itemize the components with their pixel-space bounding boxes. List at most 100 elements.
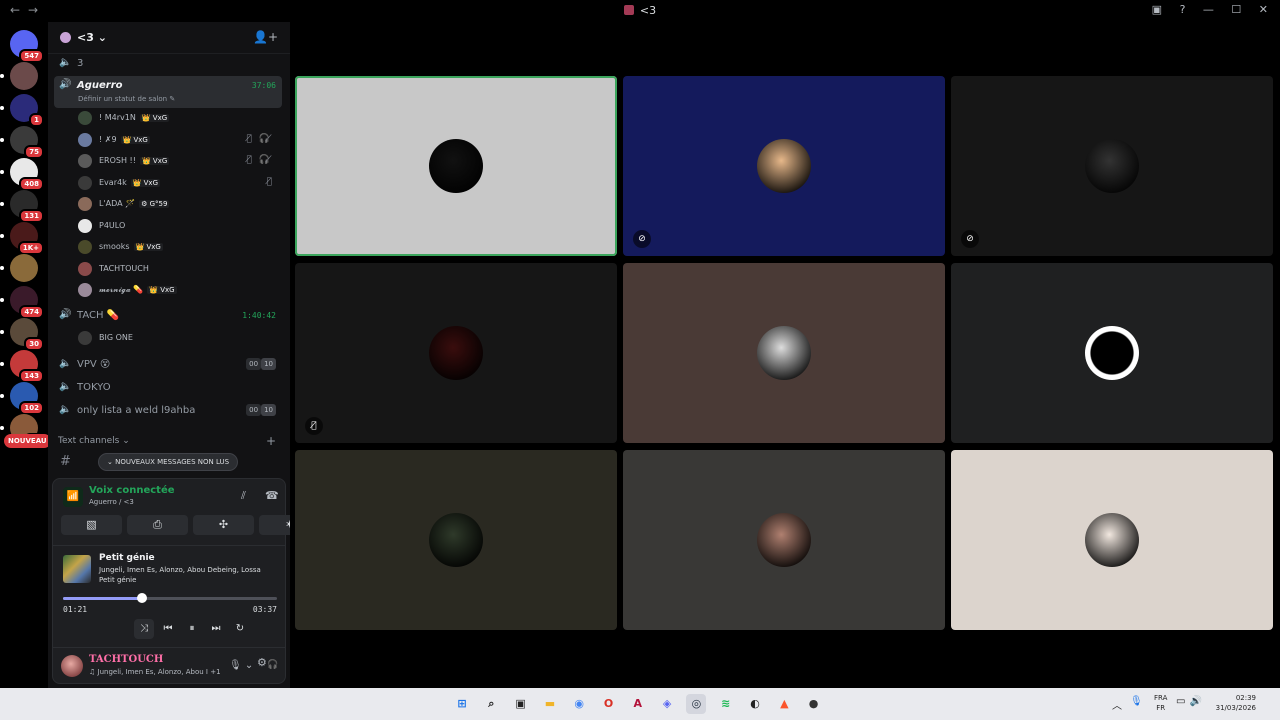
avatar [429,139,483,193]
avatar [78,331,92,345]
voice-channel-vpv[interactable]: 🔈 VPV 😵 00 10 [54,355,282,375]
voice-channel-listen[interactable]: 🔈 only lista a weld l9ahba 00 10 [54,401,282,421]
guild-server-6[interactable]: 1K+ [0,222,44,255]
add-member-icon[interactable]: 👤+ [253,30,278,44]
mention-badge: 1 [29,113,44,127]
maximize-icon[interactable]: ☐ [1231,3,1241,16]
microphone-icon[interactable]: 🎙 ⌄ [229,660,253,671]
voice-channel-aguerro[interactable]: 🔊 Aguerro 37:06 Définir un statut de sal… [54,76,282,108]
headphones-icon[interactable]: 🎧 [267,660,278,670]
repeat-icon[interactable]: ↻ [230,619,250,639]
progress-bar[interactable] [63,593,277,603]
channel-status[interactable]: Définir un statut de salon ✎ [78,95,175,103]
voice-user[interactable]: ! M4rv1N 👑 VxG [78,108,278,128]
unread-indicator [0,74,4,78]
screen-share-button[interactable]: ⎙ [127,515,188,535]
album-art[interactable] [63,555,91,583]
guild-server-4[interactable]: 408 [0,158,44,191]
voice-channel-tokyo[interactable]: 🔈 TOKYO [54,378,282,398]
video-tile-2[interactable]: ⊘ [623,76,945,256]
song-title[interactable]: Petit génie [99,553,155,563]
voice-user[interactable]: ! ✗9 👑 VxG 🎙̸ 🎧̸ [78,130,278,150]
voice-user[interactable]: P4ULO [78,216,278,236]
voice-user[interactable]: 𝓶𝓮𝓻𝓷𝓲𝓰𝓪 💊 👑 VxG [78,280,278,300]
server-header[interactable]: <3 ⌄ 👤+ [48,22,290,54]
help-icon[interactable]: ? [1180,3,1186,16]
avatar [78,132,92,147]
adobe-icon[interactable]: A [628,694,648,714]
guild-server-10[interactable]: 143 [0,350,44,383]
app-icon[interactable]: ◐ [745,694,765,714]
voice-user[interactable]: Evar4k 👑 VxG 🎙̸ [78,173,278,193]
guild-server-5[interactable]: 131 [0,190,44,223]
close-icon[interactable]: ✕ [1259,3,1268,16]
microphone-icon[interactable]: 🎙 [1130,696,1143,707]
video-tile-9[interactable] [951,450,1273,630]
song-album[interactable]: Petit génie [99,576,136,584]
voice-user[interactable]: TACHTOUCH [78,259,278,279]
discord-icon[interactable]: ◈ [657,694,677,714]
voice-channel-tach[interactable]: 🔊 TACH 💊 1:40:42 [54,306,282,326]
gear-icon[interactable]: ⚙ [257,656,267,669]
add-channel-icon[interactable]: + [266,434,276,448]
speaker-icon: 🔈 [59,404,72,415]
guild-server-9[interactable]: 30 [0,318,44,351]
opera-icon[interactable]: O [599,694,619,714]
windows-start-icon[interactable]: ⊞ [452,694,472,714]
camera-toggle-button[interactable]: ▧ [61,515,122,535]
previous-icon[interactable]: ⏮ [158,619,178,639]
guild-server-3[interactable]: 75 [0,126,44,159]
new-messages-pill[interactable]: ⌄ NOUVEAUX MESSAGES NON LUS [98,453,239,471]
avatar [757,513,811,567]
guild-server-1[interactable] [0,62,38,90]
guild-server-8[interactable]: 474 [0,286,44,319]
next-icon[interactable]: ⏭ [206,619,226,639]
language-indicator[interactable]: FRA FR [1154,693,1167,713]
pause-icon[interactable]: ⏸ [182,619,202,639]
signal-icon[interactable]: 📶 [63,487,83,507]
guild-direct-messages[interactable]: 547 [10,30,44,63]
spotify-icon[interactable]: ≋ [716,694,736,714]
video-tile-7[interactable] [295,450,617,630]
clock[interactable]: 02:39 31/03/2026 [1214,693,1256,713]
shuffle-icon[interactable]: ⤨ [134,619,154,639]
search-icon[interactable]: ⌕ [481,694,501,714]
voice-connected-title[interactable]: Voix connectée [89,485,175,496]
inbox-icon[interactable]: ▣ [1152,3,1162,16]
avatar[interactable] [61,655,83,677]
minimize-icon[interactable]: — [1203,3,1214,16]
brave-icon[interactable]: ▲ [774,694,794,714]
task-view-icon[interactable]: ▣ [511,694,531,714]
guild-server-11[interactable]: 102 [0,382,44,415]
voice-connected-subtitle[interactable]: Aguerro / <3 [89,498,134,506]
chrome-icon[interactable]: ◉ [569,694,589,714]
voice-user[interactable]: EROSH !! 👑 VxG 🎙̸ 🎧̸ [78,151,278,171]
avatar [78,218,92,233]
text-channels-header[interactable]: Text channels ⌄ [58,436,130,446]
video-tile-5[interactable] [623,263,945,443]
activities-button[interactable]: ✣ [193,515,254,535]
video-tile-3[interactable]: ⊘ [951,76,1273,256]
video-tile-4[interactable]: 🎙̸ [295,263,617,443]
network-volume-icon[interactable]: ▭🔊 [1176,696,1206,707]
guild-server-7[interactable] [0,254,38,282]
disconnect-icon[interactable]: ☎ [265,489,279,502]
chevron-up-icon[interactable]: ︿ [1112,697,1122,712]
voice-user[interactable]: smooks 👑 VxG [78,237,278,257]
guild-new-badge[interactable]: NOUVEAU [4,434,51,448]
noise-suppression-icon[interactable]: ⫽ [241,489,246,503]
video-tile-6[interactable] [951,263,1273,443]
progress-knob[interactable] [137,593,148,603]
game-icon[interactable]: ● [804,694,824,714]
voice-channel-3[interactable]: 🔈 3 [54,54,282,74]
steam-icon[interactable]: ◎ [686,694,707,714]
username[interactable]: TACHTOUCH [89,654,163,665]
song-artists[interactable]: Jungeli, Imen Es, Alonzo, Abou Debeing, … [99,566,261,574]
video-tile-8[interactable] [623,450,945,630]
voice-user[interactable]: BIG ONE [78,328,278,348]
video-tile-1[interactable] [295,76,617,256]
guild-server-ea[interactable]: 1 [0,94,44,127]
file-explorer-icon[interactable]: ▬ [540,694,560,714]
voice-user[interactable]: L'ADA 🪄 ⚙ G°59 [78,194,278,214]
avatar [429,513,483,567]
